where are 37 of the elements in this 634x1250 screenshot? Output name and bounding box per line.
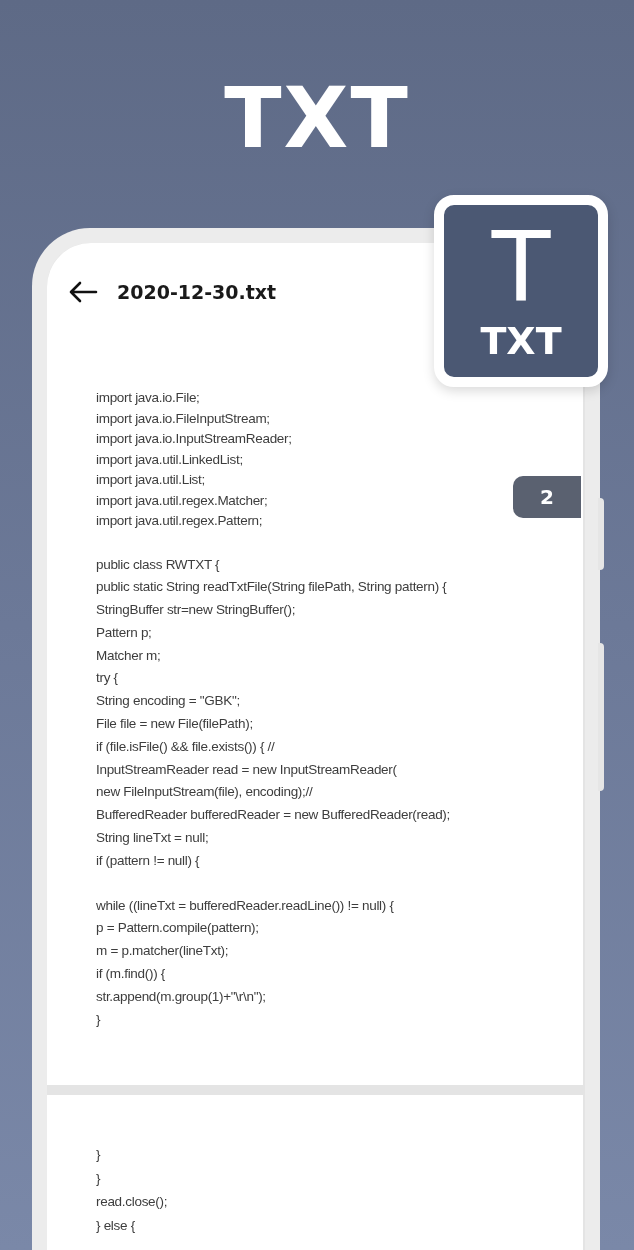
code-line: } else { <box>96 1216 135 1235</box>
code-line: try { <box>96 669 118 688</box>
file-title: 2020-12-30.txt <box>117 280 277 303</box>
headline: TXT <box>223 68 411 169</box>
code-line: import java.util.List; <box>96 471 205 489</box>
code-line: import java.io.File; <box>96 389 200 407</box>
code-line: public class RWTXT { <box>96 555 220 574</box>
code-line: } <box>96 1146 101 1164</box>
badge-label: TXT <box>480 319 562 363</box>
code-line: p = Pattern.compile(pattern); <box>96 919 259 938</box>
code-line: File file = new File(filePath); <box>96 715 253 734</box>
code-line: import java.util.regex.Matcher; <box>96 491 268 510</box>
badge-glyph: T <box>491 217 551 317</box>
code-line: str.append(m.group(1)+"\r\n"); <box>96 987 266 1006</box>
code-line: Pattern p; <box>96 623 152 642</box>
code-line: read.close(); <box>96 1193 168 1212</box>
back-arrow-icon[interactable] <box>68 279 98 304</box>
code-line: if (pattern != null) { <box>96 851 200 870</box>
code-line: import java.io.InputStreamReader; <box>96 430 292 448</box>
code-line: BufferedReader bufferedReader = new BufferedReader(read); <box>96 806 451 825</box>
code-line: import java.util.LinkedList; <box>96 450 243 469</box>
code-line: InputStreamReader read = new InputStreamReader( <box>96 760 397 779</box>
page-number: 2 <box>513 476 581 518</box>
code-line: Matcher m; <box>96 646 161 665</box>
code-line: import java.io.FileInputStream; <box>96 409 270 428</box>
code-line: if (m.find()) { <box>96 965 165 984</box>
code-line: StringBuffer str=new StringBuffer(); <box>96 601 296 620</box>
code-line: public static String readTxtFile(String filePath, String pattern) { <box>96 578 447 597</box>
code-line: String lineTxt = null; <box>96 829 209 848</box>
code-line: import java.util.regex.Pattern; <box>96 512 263 530</box>
code-line: } <box>96 1169 101 1188</box>
code-line: new FileInputStream(file), encoding);// <box>96 783 313 802</box>
code-line: if (file.isFile() && file.exists()) { // <box>96 737 275 756</box>
code-line: m = p.matcher(lineTxt); <box>96 942 229 961</box>
code-line: } <box>96 1010 101 1029</box>
code-line: String encoding = "GBK"; <box>96 692 240 711</box>
code-line: while ((lineTxt = bufferedReader.readLine()) != null) { <box>96 896 394 915</box>
